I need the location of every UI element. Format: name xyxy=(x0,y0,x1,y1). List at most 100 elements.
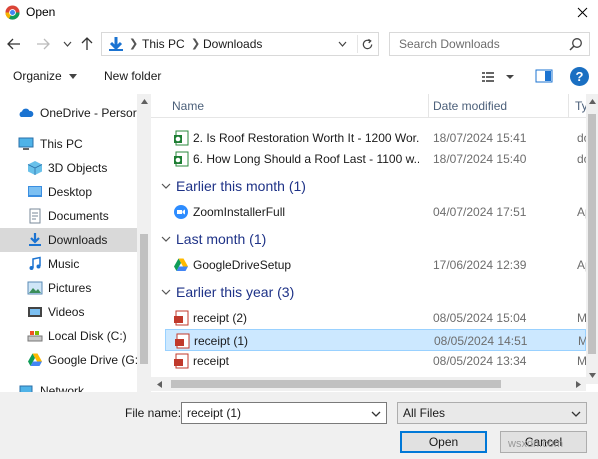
list-item[interactable]: GoogleDriveSetup 17/06/2024 12:39 Ap xyxy=(165,254,586,276)
file-type: Ap xyxy=(577,258,586,272)
search-placeholder: Search Downloads xyxy=(399,37,500,51)
list-item[interactable]: 6. How Long Should a Roof Last - 1100 w.… xyxy=(165,148,586,170)
nav-item-label: Desktop xyxy=(48,185,93,199)
word-doc-icon xyxy=(173,130,189,146)
address-history-dropdown[interactable] xyxy=(333,35,351,53)
file-name: 2. Is Roof Restoration Worth It - 1200 W… xyxy=(193,131,419,145)
file-date: 08/05/2024 14:51 xyxy=(434,334,528,348)
file-list-horizontal-scrollbar[interactable] xyxy=(151,377,586,391)
organize-button[interactable]: Organize xyxy=(13,69,78,83)
address-bar[interactable]: ❯ This PC ❯ Downloads xyxy=(101,32,379,56)
arrow-up-icon xyxy=(81,37,93,50)
breadcrumb-this-pc[interactable]: This PC xyxy=(142,37,185,51)
pdf-file-icon xyxy=(173,353,189,369)
recent-locations-button[interactable] xyxy=(60,35,74,53)
forward-button[interactable] xyxy=(34,35,52,53)
group-label: Earlier this month (1) xyxy=(176,178,306,194)
file-list: Name Date modified Ty 2. Is Roof Restora… xyxy=(151,94,586,378)
scrollbar-thumb[interactable] xyxy=(140,234,148,364)
list-item[interactable]: receipt 08/05/2024 13:34 M xyxy=(165,350,586,372)
window-title: Open xyxy=(26,5,56,19)
scroll-down-arrow-icon[interactable] xyxy=(587,370,597,380)
breadcrumb-separator-icon[interactable]: ❯ xyxy=(129,37,138,50)
arrow-left-icon xyxy=(7,38,20,50)
back-button[interactable] xyxy=(5,35,23,53)
column-header-name[interactable]: Name xyxy=(172,99,204,113)
search-input[interactable]: Search Downloads xyxy=(389,32,590,56)
network-icon xyxy=(18,383,34,392)
column-headers: Name Date modified Ty xyxy=(151,94,586,118)
up-button[interactable] xyxy=(78,35,96,53)
column-divider[interactable] xyxy=(568,94,569,118)
chevron-down-icon xyxy=(161,236,171,242)
column-header-date[interactable]: Date modified xyxy=(433,99,507,113)
refresh-button[interactable] xyxy=(357,35,377,53)
nav-item-label: This PC xyxy=(40,137,83,151)
column-header-type[interactable]: Ty xyxy=(575,99,586,113)
file-type-value: All Files xyxy=(403,406,446,420)
title-bar: Open xyxy=(0,0,598,25)
breadcrumb-separator-icon[interactable]: ❯ xyxy=(191,37,200,50)
search-icon[interactable] xyxy=(569,37,585,53)
list-item[interactable]: ZoomInstallerFull 04/07/2024 17:51 Ap xyxy=(165,201,586,223)
videos-folder-icon xyxy=(27,304,43,320)
group-header-earlier-this-year[interactable]: Earlier this year (3) xyxy=(159,282,579,304)
nav-item-desktop[interactable]: Desktop xyxy=(0,180,137,204)
nav-item-documents[interactable]: Documents xyxy=(0,204,137,228)
scrollbar-thumb[interactable] xyxy=(588,114,596,354)
breadcrumb-downloads[interactable]: Downloads xyxy=(203,37,262,51)
downloads-arrow-icon xyxy=(107,36,125,52)
nav-item-this-pc[interactable]: This PC xyxy=(0,132,137,156)
google-drive-icon xyxy=(27,352,43,368)
scroll-right-arrow-icon[interactable] xyxy=(573,379,583,389)
nav-item-pictures[interactable]: Pictures xyxy=(0,276,137,300)
3d-objects-icon xyxy=(27,160,43,176)
file-name-input[interactable]: receipt (1) xyxy=(181,402,387,424)
nav-item-label: Google Drive (G: xyxy=(48,353,139,367)
nav-item-network[interactable]: Network xyxy=(0,379,137,392)
open-button[interactable]: Open xyxy=(400,431,487,453)
help-button[interactable]: ? xyxy=(570,67,589,86)
scrollbar-thumb[interactable] xyxy=(171,380,501,388)
group-header-earlier-this-month[interactable]: Earlier this month (1) xyxy=(159,176,579,198)
refresh-icon xyxy=(362,38,373,49)
nav-item-music[interactable]: Music xyxy=(0,252,137,276)
column-divider[interactable] xyxy=(428,94,429,118)
nav-item-onedrive[interactable]: OneDrive - Persor xyxy=(0,101,137,125)
new-folder-button[interactable]: New folder xyxy=(104,69,161,83)
nav-item-google-drive[interactable]: Google Drive (G: xyxy=(0,348,139,372)
nav-item-downloads[interactable]: Downloads xyxy=(0,228,137,252)
scroll-up-arrow-icon[interactable] xyxy=(137,96,151,106)
file-name: receipt (2) xyxy=(193,311,248,325)
arrow-right-icon xyxy=(37,38,50,50)
list-item[interactable]: receipt (2) 08/05/2024 15:04 M xyxy=(165,307,586,329)
scroll-up-arrow-icon[interactable] xyxy=(587,96,597,106)
navigation-scrollbar[interactable] xyxy=(137,94,151,392)
this-pc-icon xyxy=(18,136,34,152)
file-type-select[interactable]: All Files xyxy=(397,402,587,424)
file-name: receipt (1) xyxy=(194,334,249,348)
zoom-app-icon xyxy=(173,204,189,220)
nav-item-3d-objects[interactable]: 3D Objects xyxy=(0,156,137,180)
nav-item-local-disk[interactable]: Local Disk (C:) xyxy=(0,324,137,348)
close-button[interactable] xyxy=(566,0,598,25)
nav-item-label: Documents xyxy=(48,209,109,223)
file-date: 17/06/2024 12:39 xyxy=(433,258,527,272)
file-name: receipt xyxy=(193,354,230,368)
preview-pane-button[interactable] xyxy=(535,68,555,86)
file-type: do xyxy=(577,152,586,166)
chevron-down-icon xyxy=(63,41,71,47)
nav-item-videos[interactable]: Videos xyxy=(0,300,137,324)
group-header-last-month[interactable]: Last month (1) xyxy=(159,229,579,251)
list-item-selected[interactable]: receipt (1) 08/05/2024 14:51 M xyxy=(165,329,586,351)
list-item[interactable]: 2. Is Roof Restoration Worth It - 1200 W… xyxy=(165,127,586,149)
details-view-icon xyxy=(482,72,514,82)
file-date: 04/07/2024 17:51 xyxy=(433,205,527,219)
scroll-left-arrow-icon[interactable] xyxy=(154,379,164,389)
file-list-vertical-scrollbar[interactable] xyxy=(586,94,598,384)
onedrive-cloud-icon xyxy=(18,105,34,121)
file-date: 18/07/2024 15:41 xyxy=(433,131,527,145)
desktop-folder-icon xyxy=(27,184,43,200)
change-view-button[interactable] xyxy=(479,67,519,87)
nav-item-label: Pictures xyxy=(48,281,92,295)
